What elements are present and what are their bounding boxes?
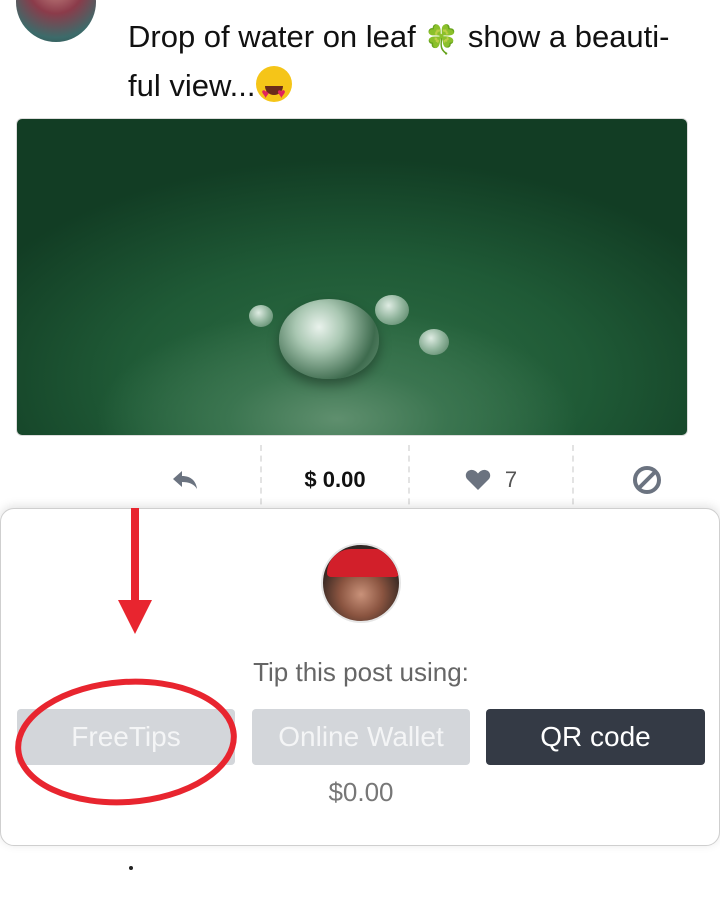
like-count: 7 <box>504 467 518 492</box>
heart-eyes-emoji <box>255 66 292 116</box>
reply-icon <box>171 469 199 491</box>
annotation-arrow <box>118 508 152 634</box>
qr-code-button[interactable]: QR code <box>486 709 705 765</box>
water-droplet <box>249 305 273 327</box>
heart-icon <box>465 469 491 491</box>
page-dot <box>129 866 133 870</box>
block-icon <box>632 465 662 495</box>
post-text: Drop of water on leaf 🍀 show a beauti-fu… <box>128 14 698 116</box>
post-action-bar: $ 0.00 7 <box>0 445 720 515</box>
annotation-circle <box>15 678 237 806</box>
author-avatar[interactable] <box>16 0 96 42</box>
post-text-part1: Drop of water on leaf <box>128 19 425 54</box>
post-image[interactable] <box>16 118 688 436</box>
water-droplet <box>419 329 449 355</box>
online-wallet-button[interactable]: Online Wallet <box>252 709 470 765</box>
price-label: $ 0.00 <box>304 467 366 492</box>
tipper-avatar <box>321 543 401 623</box>
water-drop <box>279 299 379 379</box>
clover-emoji: 🍀 <box>424 24 460 55</box>
price-display: $ 0.00 <box>262 445 408 515</box>
reply-button[interactable] <box>110 445 260 515</box>
like-button[interactable]: 7 <box>410 445 572 515</box>
water-droplet <box>375 295 409 325</box>
block-button[interactable] <box>574 445 720 515</box>
